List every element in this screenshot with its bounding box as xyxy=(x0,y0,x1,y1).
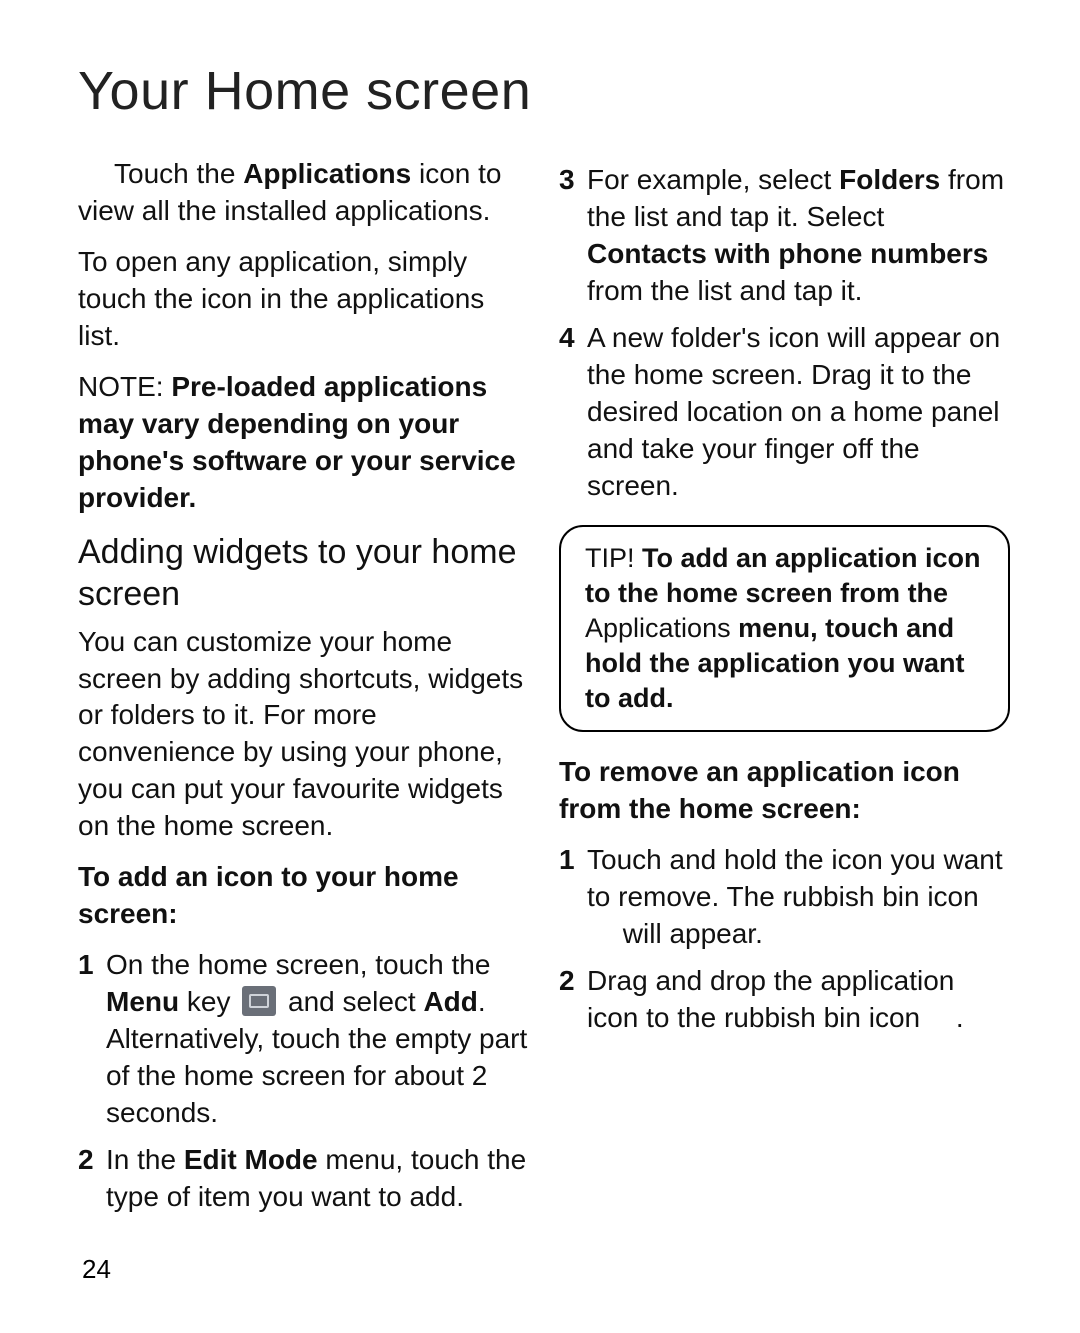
menu-key-icon xyxy=(242,986,276,1016)
page-title: Your Home screen xyxy=(78,60,1010,122)
list-item: Drag and drop the application icon to th… xyxy=(559,963,1010,1037)
applications-label: Applications xyxy=(585,613,731,643)
list-item: On the home screen, touch the Menu key a… xyxy=(78,947,529,1132)
page-number: 24 xyxy=(82,1254,111,1285)
section-paragraph: You can customize your home screen by ad… xyxy=(78,624,529,846)
menu-label: Menu xyxy=(106,986,179,1017)
list-item: In the Edit Mode menu, touch the type of… xyxy=(78,1142,529,1216)
applications-label: Applications xyxy=(243,158,411,189)
section-heading-addwidgets: Adding widgets to your home screen xyxy=(78,531,529,616)
text: For example, select xyxy=(587,164,839,195)
intro-paragraph-1: Touch the Applications icon to view all … xyxy=(78,156,529,230)
edit-mode-label: Edit Mode xyxy=(184,1144,318,1175)
add-label: Add xyxy=(423,986,477,1017)
remove-icon-heading: To remove an application icon from the h… xyxy=(559,754,1010,828)
manual-page: Your Home screen Touch the Applications … xyxy=(0,0,1080,1333)
note-block: NOTE: Pre-loaded applications may vary d… xyxy=(78,369,529,517)
tip-text-a: To add an application icon to the home s… xyxy=(585,543,981,608)
text: On the home screen, touch the xyxy=(106,949,490,980)
add-steps-list: On the home screen, touch the Menu key a… xyxy=(78,947,529,1216)
text: from the list and tap it. xyxy=(587,275,862,306)
text: Touch the xyxy=(114,158,243,189)
right-column: For example, select Folders from the lis… xyxy=(559,156,1010,1228)
text: will appear. xyxy=(615,918,763,949)
tip-box: TIP! To add an application icon to the h… xyxy=(559,525,1010,732)
contacts-label: Contacts with phone numbers xyxy=(587,238,988,269)
folders-label: Folders xyxy=(839,164,940,195)
intro-paragraph-2: To open any application, simply touch th… xyxy=(78,244,529,355)
left-column: Touch the Applications icon to view all … xyxy=(78,156,529,1228)
list-item: Touch and hold the icon you want to remo… xyxy=(559,842,1010,953)
add-icon-heading: To add an icon to your home screen: xyxy=(78,859,529,933)
list-item: A new folder's icon will appear on the h… xyxy=(559,320,1010,505)
text: key xyxy=(179,986,238,1017)
text: and select xyxy=(280,986,423,1017)
text: In the xyxy=(106,1144,184,1175)
remove-steps-list: Touch and hold the icon you want to remo… xyxy=(559,842,1010,1037)
note-label: NOTE: xyxy=(78,371,171,402)
text: Touch and hold the icon you want to remo… xyxy=(587,844,1003,912)
columns: Touch the Applications icon to view all … xyxy=(78,156,1010,1228)
tip-label: TIP! xyxy=(585,543,635,573)
list-item: For example, select Folders from the lis… xyxy=(559,162,1010,310)
add-steps-list-cont: For example, select Folders from the lis… xyxy=(559,162,1010,505)
text: . xyxy=(956,1002,964,1033)
text: Drag and drop the application icon to th… xyxy=(587,965,954,1033)
